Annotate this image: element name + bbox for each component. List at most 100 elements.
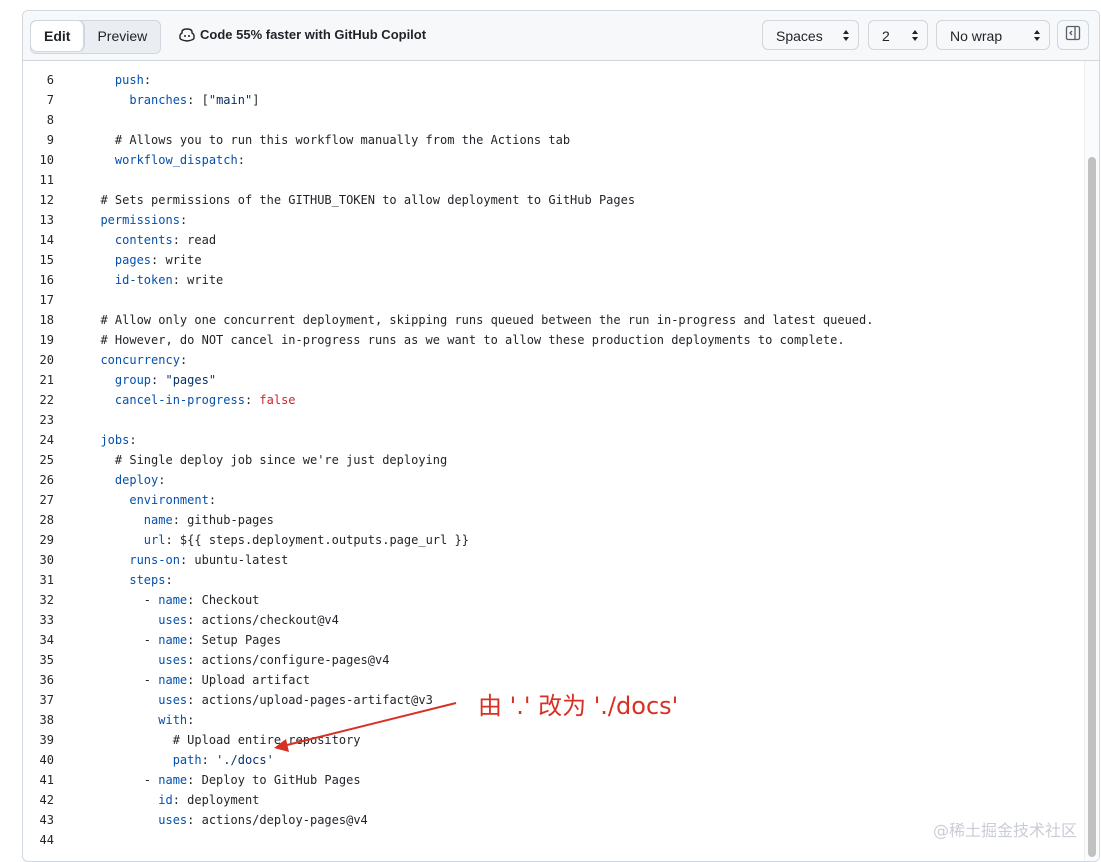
line-number: 16 (39, 273, 54, 287)
code-line[interactable]: 23 (23, 410, 1085, 430)
edit-preview-toggle: Edit Preview (30, 20, 162, 54)
code-line[interactable]: 22 cancel-in-progress: false (23, 390, 1085, 410)
line-number: 38 (39, 713, 54, 727)
annotation-label: 由 '.' 改为 './docs' (478, 692, 679, 720)
line-number: 40 (39, 753, 54, 767)
code-editor[interactable]: 6 push: 7 branches: ["main"] 8 9 # Allows y… (23, 61, 1085, 861)
line-number: 25 (39, 453, 54, 467)
code-line[interactable]: 20 concurrency: (23, 350, 1085, 370)
code-text: : Upload artifact (187, 673, 310, 687)
code-line[interactable]: 25 # Single deploy job since we're just … (23, 450, 1085, 470)
code-line[interactable]: 21 group: "pages" (23, 370, 1085, 390)
line-number: 7 (46, 93, 54, 107)
indent-size-select[interactable]: 2 (868, 20, 928, 50)
scrollbar-thumb[interactable] (1088, 157, 1096, 857)
code-text: - (86, 673, 159, 687)
code-line[interactable]: 19 # However, do NOT cancel in-progress … (23, 330, 1085, 350)
line-code: # Sets permissions of the GITHUB_TOKEN t… (86, 190, 635, 210)
code-line[interactable]: 6 push: (23, 70, 1085, 90)
sidebar-toggle-icon (1065, 25, 1081, 46)
code-text: - (86, 633, 159, 647)
side-panel-toggle-button[interactable] (1057, 20, 1089, 50)
code-line[interactable]: 43 uses: actions/deploy-pages@v4 (23, 810, 1085, 830)
edit-tab[interactable]: Edit (31, 21, 85, 51)
code-line[interactable]: 16 id-token: write (23, 270, 1085, 290)
code-line[interactable]: 14 contents: read (23, 230, 1085, 250)
line-code: uses: actions/upload-pages-artifact@v3 (86, 690, 433, 710)
code-line[interactable]: 33 uses: actions/checkout@v4 (23, 610, 1085, 630)
indent-size-value: 2 (882, 28, 890, 44)
code-text: : read (172, 233, 217, 247)
code-text: # However, do NOT cancel in-progress run… (86, 333, 845, 347)
indent-mode-select[interactable]: Spaces (762, 20, 859, 50)
code-line[interactable]: 18 # Allow only one concurrent deploymen… (23, 310, 1085, 330)
editor-toolbar: Edit Preview Code 55% faster with GitHub… (23, 11, 1099, 61)
line-number: 8 (46, 113, 54, 127)
code-line[interactable]: 31 steps: (23, 570, 1085, 590)
code-text: : write (151, 253, 202, 267)
code-line[interactable]: 44 (23, 830, 1085, 850)
code-text: : (143, 73, 152, 87)
code-line[interactable]: 41 - name: Deploy to GitHub Pages (23, 770, 1085, 790)
code-text: : github-pages (172, 513, 274, 527)
code-line[interactable]: 42 id: deployment (23, 790, 1085, 810)
code-line[interactable]: 13 permissions: (23, 210, 1085, 230)
line-number: 30 (39, 553, 54, 567)
vertical-scrollbar[interactable] (1084, 61, 1099, 861)
line-code: # Upload entire repository (86, 730, 361, 750)
code-line[interactable]: 35 uses: actions/configure-pages@v4 (23, 650, 1085, 670)
code-line[interactable]: 8 (23, 110, 1085, 130)
wrap-mode-select[interactable]: No wrap (936, 20, 1050, 50)
code-text: : (201, 753, 217, 767)
code-text: : write (172, 273, 224, 287)
line-number: 21 (39, 373, 54, 387)
preview-tab[interactable]: Preview (84, 21, 160, 51)
yaml-key: name (158, 673, 188, 687)
code-line[interactable]: 17 (23, 290, 1085, 310)
code-line[interactable]: 15 pages: write (23, 250, 1085, 270)
code-line[interactable]: 39 # Upload entire repository (23, 730, 1085, 750)
yaml-key: uses (158, 693, 188, 707)
yaml-key: contents (114, 233, 173, 247)
yaml-key: uses (158, 613, 188, 627)
copilot-promo[interactable]: Code 55% faster with GitHub Copilot (179, 27, 426, 42)
line-code: # However, do NOT cancel in-progress run… (86, 330, 845, 350)
code-line[interactable]: 11 (23, 170, 1085, 190)
code-line[interactable]: 26 deploy: (23, 470, 1085, 490)
code-line[interactable]: 40 path: './docs' (23, 750, 1085, 770)
code-text: : (158, 473, 166, 487)
yaml-string: './docs' (216, 753, 274, 767)
yaml-key: with (158, 713, 188, 727)
code-line[interactable]: 10 workflow_dispatch: (23, 150, 1085, 170)
line-code: deploy: (86, 470, 166, 490)
select-arrows-icon (1034, 29, 1041, 43)
line-number: 27 (39, 493, 54, 507)
yaml-key: uses (158, 813, 188, 827)
watermark: @稀土掘金技术社区 (933, 821, 1078, 840)
code-line[interactable]: 12 # Sets permissions of the GITHUB_TOKE… (23, 190, 1085, 210)
code-line[interactable]: 27 environment: (23, 490, 1085, 510)
yaml-key: permissions (100, 213, 180, 227)
code-text: : ubuntu-latest (179, 553, 289, 567)
code-line[interactable]: 29 url: ${{ steps.deployment.outputs.pag… (23, 530, 1085, 550)
wrap-mode-value: No wrap (950, 28, 1003, 44)
yaml-key: steps (129, 573, 166, 587)
code-line[interactable]: 32 - name: Checkout (23, 590, 1085, 610)
line-number: 19 (39, 333, 54, 347)
code-line[interactable]: 24 jobs: (23, 430, 1085, 450)
line-number: 6 (46, 73, 54, 87)
yaml-string: "pages" (165, 373, 217, 387)
code-line[interactable]: 34 - name: Setup Pages (23, 630, 1085, 650)
code-line[interactable]: 7 branches: ["main"] (23, 90, 1085, 110)
code-line[interactable]: 9 # Allows you to run this workflow manu… (23, 130, 1085, 150)
code-line[interactable]: 30 runs-on: ubuntu-latest (23, 550, 1085, 570)
code-line[interactable]: 28 name: github-pages (23, 510, 1085, 530)
yaml-key: runs-on (129, 553, 180, 567)
line-number: 15 (39, 253, 54, 267)
